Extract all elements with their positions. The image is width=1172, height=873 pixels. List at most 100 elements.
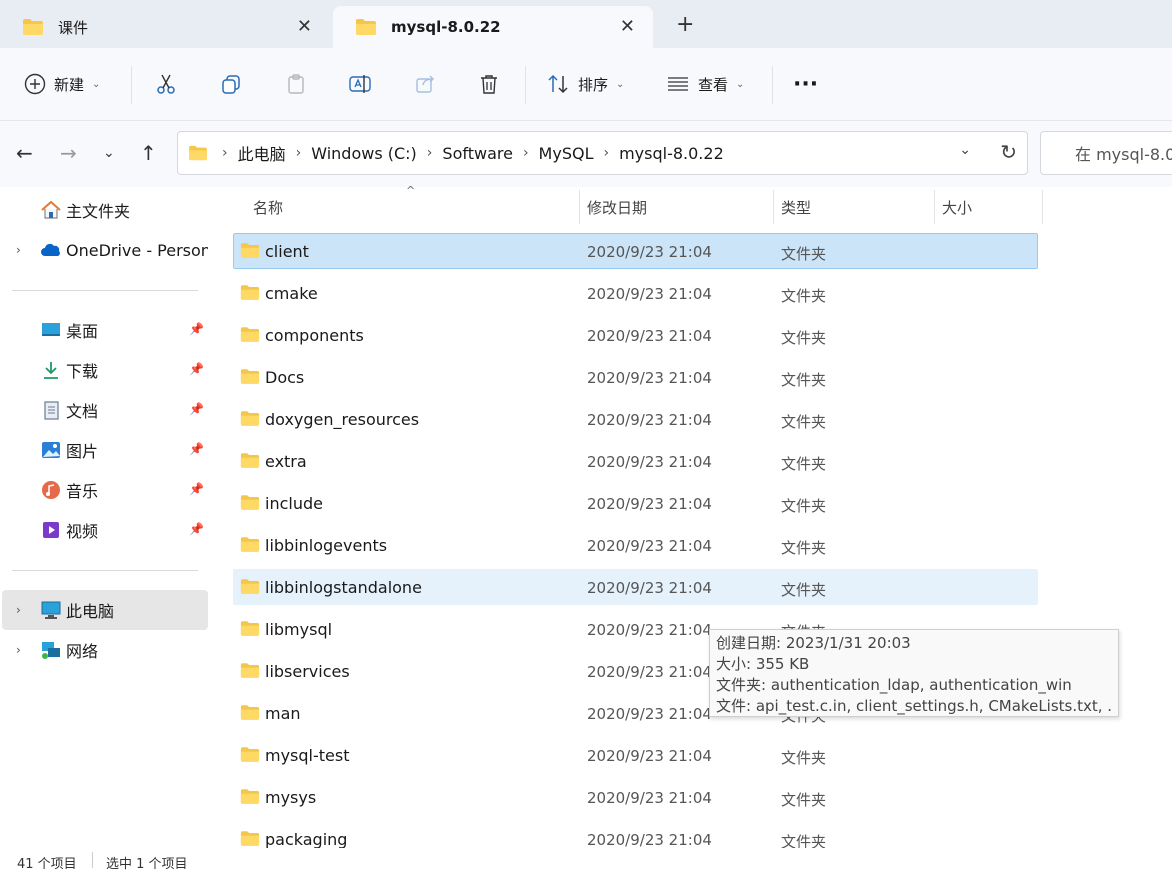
rename-button[interactable] bbox=[348, 68, 372, 100]
up-arrow-icon[interactable]: ↑ bbox=[140, 141, 157, 165]
sidebar-item-documents[interactable]: 文档 📌 bbox=[2, 390, 208, 430]
chevron-right-icon[interactable]: › bbox=[16, 603, 21, 617]
item-count: 41 个项目 bbox=[17, 857, 77, 872]
chevron-right-icon[interactable]: › bbox=[16, 643, 21, 657]
file-date: 2020/9/23 21:04 bbox=[587, 243, 712, 261]
column-header-name[interactable]: 名称 bbox=[253, 190, 283, 224]
file-date: 2020/9/23 21:04 bbox=[587, 831, 712, 848]
file-type: 文件夹 bbox=[781, 413, 827, 431]
file-name: components bbox=[265, 326, 364, 345]
sidebar-item-home[interactable]: 主文件夹 bbox=[2, 190, 208, 230]
sidebar-item-label: 网络 bbox=[66, 642, 99, 661]
column-divider[interactable] bbox=[1042, 190, 1043, 224]
pin-icon[interactable]: 📌 bbox=[189, 442, 204, 456]
chevron-down-icon[interactable]: ⌄ bbox=[959, 142, 971, 158]
chevron-down-icon[interactable]: ⌄ bbox=[103, 145, 115, 161]
file-date: 2020/9/23 21:04 bbox=[587, 747, 712, 765]
table-row[interactable]: client 2020/9/23 21:04 文件夹 bbox=[233, 233, 1038, 269]
sidebar-item-music[interactable]: 音乐 📌 bbox=[2, 470, 208, 510]
column-divider[interactable] bbox=[579, 190, 580, 224]
pin-icon[interactable]: 📌 bbox=[189, 522, 204, 536]
table-row[interactable]: include 2020/9/23 21:04 文件夹 bbox=[233, 485, 1038, 521]
breadcrumb-windows-c[interactable]: Windows (C:) bbox=[311, 144, 417, 163]
video-icon bbox=[43, 522, 59, 538]
sort-button[interactable]: 排序 ⌄ bbox=[546, 68, 624, 100]
folder-icon bbox=[240, 369, 260, 384]
more-options-icon[interactable]: ··· bbox=[793, 68, 818, 100]
chevron-right-icon: › bbox=[295, 145, 302, 161]
sidebar-item-label: 下载 bbox=[66, 362, 99, 381]
search-placeholder: 在 mysql-8.0.22 中搜索 bbox=[1075, 145, 1172, 164]
copy-button[interactable] bbox=[220, 68, 242, 100]
close-icon[interactable]: ✕ bbox=[620, 16, 635, 37]
column-header-type[interactable]: 类型 bbox=[781, 190, 811, 224]
sidebar-item-desktop[interactable]: 桌面 📌 bbox=[2, 310, 208, 350]
tab-label: mysql-8.0.22 bbox=[391, 18, 501, 36]
table-row[interactable]: mysql-test 2020/9/23 21:04 文件夹 bbox=[233, 737, 1038, 773]
folder-icon bbox=[240, 747, 260, 762]
chevron-right-icon: › bbox=[426, 145, 433, 161]
cut-button[interactable] bbox=[155, 68, 177, 100]
file-name: libservices bbox=[265, 662, 350, 681]
folder-icon bbox=[23, 19, 43, 35]
table-row[interactable]: libbinlogstandalone 2020/9/23 21:04 文件夹 bbox=[233, 569, 1038, 605]
paste-button[interactable] bbox=[285, 68, 307, 100]
tab-label: 课件 bbox=[58, 18, 89, 37]
table-row[interactable]: packaging 2020/9/23 21:04 文件夹 bbox=[233, 821, 1038, 848]
tooltip-files: 文件: api_test.c.in, client_settings.h, CM… bbox=[716, 697, 1112, 715]
new-button[interactable]: 新建 ⌄ bbox=[24, 68, 100, 100]
chevron-right-icon: › bbox=[522, 145, 529, 161]
sidebar-item-this-pc[interactable]: › 此电脑 bbox=[2, 590, 208, 630]
refresh-icon[interactable]: ↻ bbox=[1000, 140, 1017, 164]
tab-mysql[interactable]: mysql-8.0.22 ✕ bbox=[333, 6, 653, 48]
pin-icon[interactable]: 📌 bbox=[189, 362, 204, 376]
tab-courseware[interactable]: 课件 ✕ bbox=[0, 6, 330, 48]
address-bar[interactable]: › 此电脑 › Windows (C:) › Software › MySQL … bbox=[177, 131, 1028, 175]
column-header-date[interactable]: 修改日期 bbox=[587, 190, 647, 224]
folder-icon bbox=[240, 789, 260, 804]
back-arrow-icon[interactable]: ← bbox=[16, 141, 33, 165]
sidebar-item-downloads[interactable]: 下载 📌 bbox=[2, 350, 208, 390]
table-row[interactable]: Docs 2020/9/23 21:04 文件夹 bbox=[233, 359, 1038, 395]
column-divider[interactable] bbox=[934, 190, 935, 224]
breadcrumb-mysql[interactable]: MySQL bbox=[539, 144, 594, 163]
rename-icon bbox=[349, 75, 371, 93]
sort-label: 排序 bbox=[578, 75, 609, 94]
table-row[interactable]: components 2020/9/23 21:04 文件夹 bbox=[233, 317, 1038, 353]
tooltip-created: 创建日期: 2023/1/31 20:03 bbox=[716, 634, 911, 652]
file-name: client bbox=[265, 242, 309, 261]
table-row[interactable]: doxygen_resources 2020/9/23 21:04 文件夹 bbox=[233, 401, 1038, 437]
pin-icon[interactable]: 📌 bbox=[189, 482, 204, 496]
table-row[interactable]: extra 2020/9/23 21:04 文件夹 bbox=[233, 443, 1038, 479]
table-row[interactable]: cmake 2020/9/23 21:04 文件夹 bbox=[233, 275, 1038, 311]
table-row[interactable]: libbinlogevents 2020/9/23 21:04 文件夹 bbox=[233, 527, 1038, 563]
breadcrumb-this-pc[interactable]: 此电脑 bbox=[238, 141, 286, 165]
pin-icon[interactable]: 📌 bbox=[189, 402, 204, 416]
share-button[interactable] bbox=[414, 68, 436, 100]
forward-arrow-icon[interactable]: → bbox=[60, 141, 77, 165]
sidebar-item-videos[interactable]: 视频 📌 bbox=[2, 510, 208, 550]
view-button[interactable]: 查看 ⌄ bbox=[666, 68, 744, 100]
column-divider[interactable] bbox=[773, 190, 774, 224]
pin-icon[interactable]: 📌 bbox=[189, 322, 204, 336]
column-header-size[interactable]: 大小 bbox=[942, 190, 972, 224]
folder-icon bbox=[240, 663, 260, 678]
file-date: 2020/9/23 21:04 bbox=[587, 705, 712, 723]
file-date: 2020/9/23 21:04 bbox=[587, 285, 712, 303]
file-type: 文件夹 bbox=[781, 791, 827, 809]
sidebar-item-network[interactable]: › 网络 bbox=[2, 630, 208, 670]
breadcrumb-mysql-8-0-22[interactable]: mysql-8.0.22 bbox=[619, 144, 724, 163]
chevron-right-icon[interactable]: › bbox=[16, 243, 21, 257]
delete-button[interactable] bbox=[478, 68, 500, 100]
table-row[interactable]: mysys 2020/9/23 21:04 文件夹 bbox=[233, 779, 1038, 815]
search-input[interactable]: 在 mysql-8.0.22 中搜索 bbox=[1040, 131, 1172, 175]
breadcrumb-software[interactable]: Software bbox=[442, 144, 513, 163]
new-tab-icon[interactable]: + bbox=[676, 12, 694, 37]
file-type: 文件夹 bbox=[781, 245, 827, 263]
home-icon bbox=[41, 200, 61, 219]
close-icon[interactable]: ✕ bbox=[297, 16, 312, 37]
sidebar-item-label: 桌面 bbox=[66, 322, 99, 341]
sidebar-item-pictures[interactable]: 图片 📌 bbox=[2, 430, 208, 470]
sidebar-item-onedrive[interactable]: › OneDrive - Personal bbox=[2, 230, 208, 270]
sort-icon bbox=[548, 74, 568, 94]
